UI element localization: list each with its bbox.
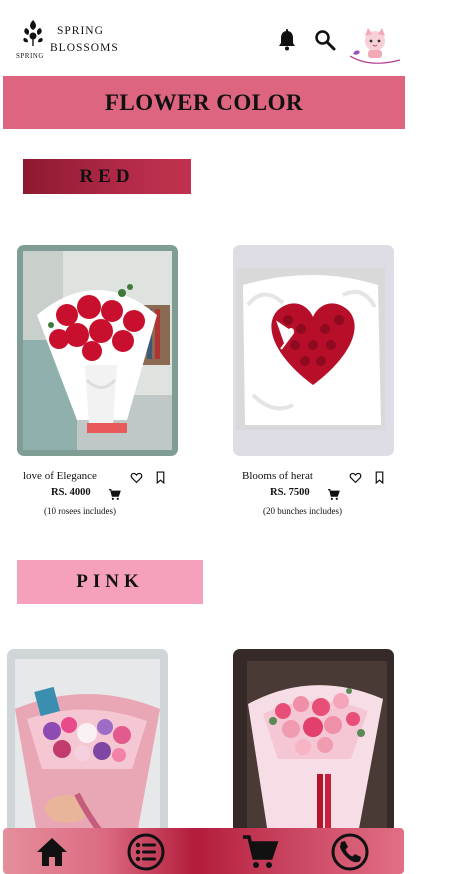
category-banner: FLOWER COLOR xyxy=(3,76,405,129)
bottom-navigation xyxy=(3,828,404,874)
bookmark-icon[interactable] xyxy=(373,471,386,484)
section-header-pink[interactable]: PINK xyxy=(17,560,203,604)
bouquet-heart-photo xyxy=(236,268,385,430)
bouquet-pink-roses-photo xyxy=(247,661,387,834)
mascot-avatar-icon[interactable] xyxy=(350,26,402,68)
search-icon[interactable] xyxy=(313,28,337,52)
product-name[interactable]: love of Elegance xyxy=(23,470,97,482)
product-note: (20 bunches includes) xyxy=(263,506,342,516)
product-image-pink-2[interactable] xyxy=(233,649,394,834)
heart-icon[interactable] xyxy=(349,471,362,484)
brand-name-line1: SPRING xyxy=(57,25,104,37)
brand-name: SPRING BLOSSOMS xyxy=(50,23,119,57)
section-header-red[interactable]: RED xyxy=(23,159,191,194)
heart-icon[interactable] xyxy=(130,471,143,484)
product-image-blooms-of-herat[interactable] xyxy=(233,245,394,456)
list-icon[interactable] xyxy=(126,832,166,872)
logo-mark-text: SPRING xyxy=(16,52,44,60)
phone-icon[interactable] xyxy=(330,832,370,872)
product-price: RS. 7500 xyxy=(270,487,310,498)
product-image-love-of-elegance[interactable] xyxy=(17,245,178,456)
product-note: (10 rosees includes) xyxy=(44,506,116,516)
product-name[interactable]: Blooms of herat xyxy=(242,470,313,482)
add-to-cart-icon[interactable] xyxy=(327,488,340,501)
bouquet-pink-mixed-photo xyxy=(15,659,160,834)
bouquet-red-photo xyxy=(23,251,172,450)
brand-logo[interactable]: SPRING SPRING BLOSSOMS xyxy=(16,18,119,62)
bookmark-icon[interactable] xyxy=(154,471,167,484)
bell-icon[interactable] xyxy=(275,28,299,52)
home-icon[interactable] xyxy=(32,832,72,872)
page-title: FLOWER COLOR xyxy=(104,90,304,115)
add-to-cart-icon[interactable] xyxy=(108,488,121,501)
brand-name-line2: BLOSSOMS xyxy=(50,42,119,54)
product-price: RS. 4000 xyxy=(51,487,91,498)
cart-icon[interactable] xyxy=(240,832,280,872)
product-image-pink-1[interactable] xyxy=(7,649,168,834)
